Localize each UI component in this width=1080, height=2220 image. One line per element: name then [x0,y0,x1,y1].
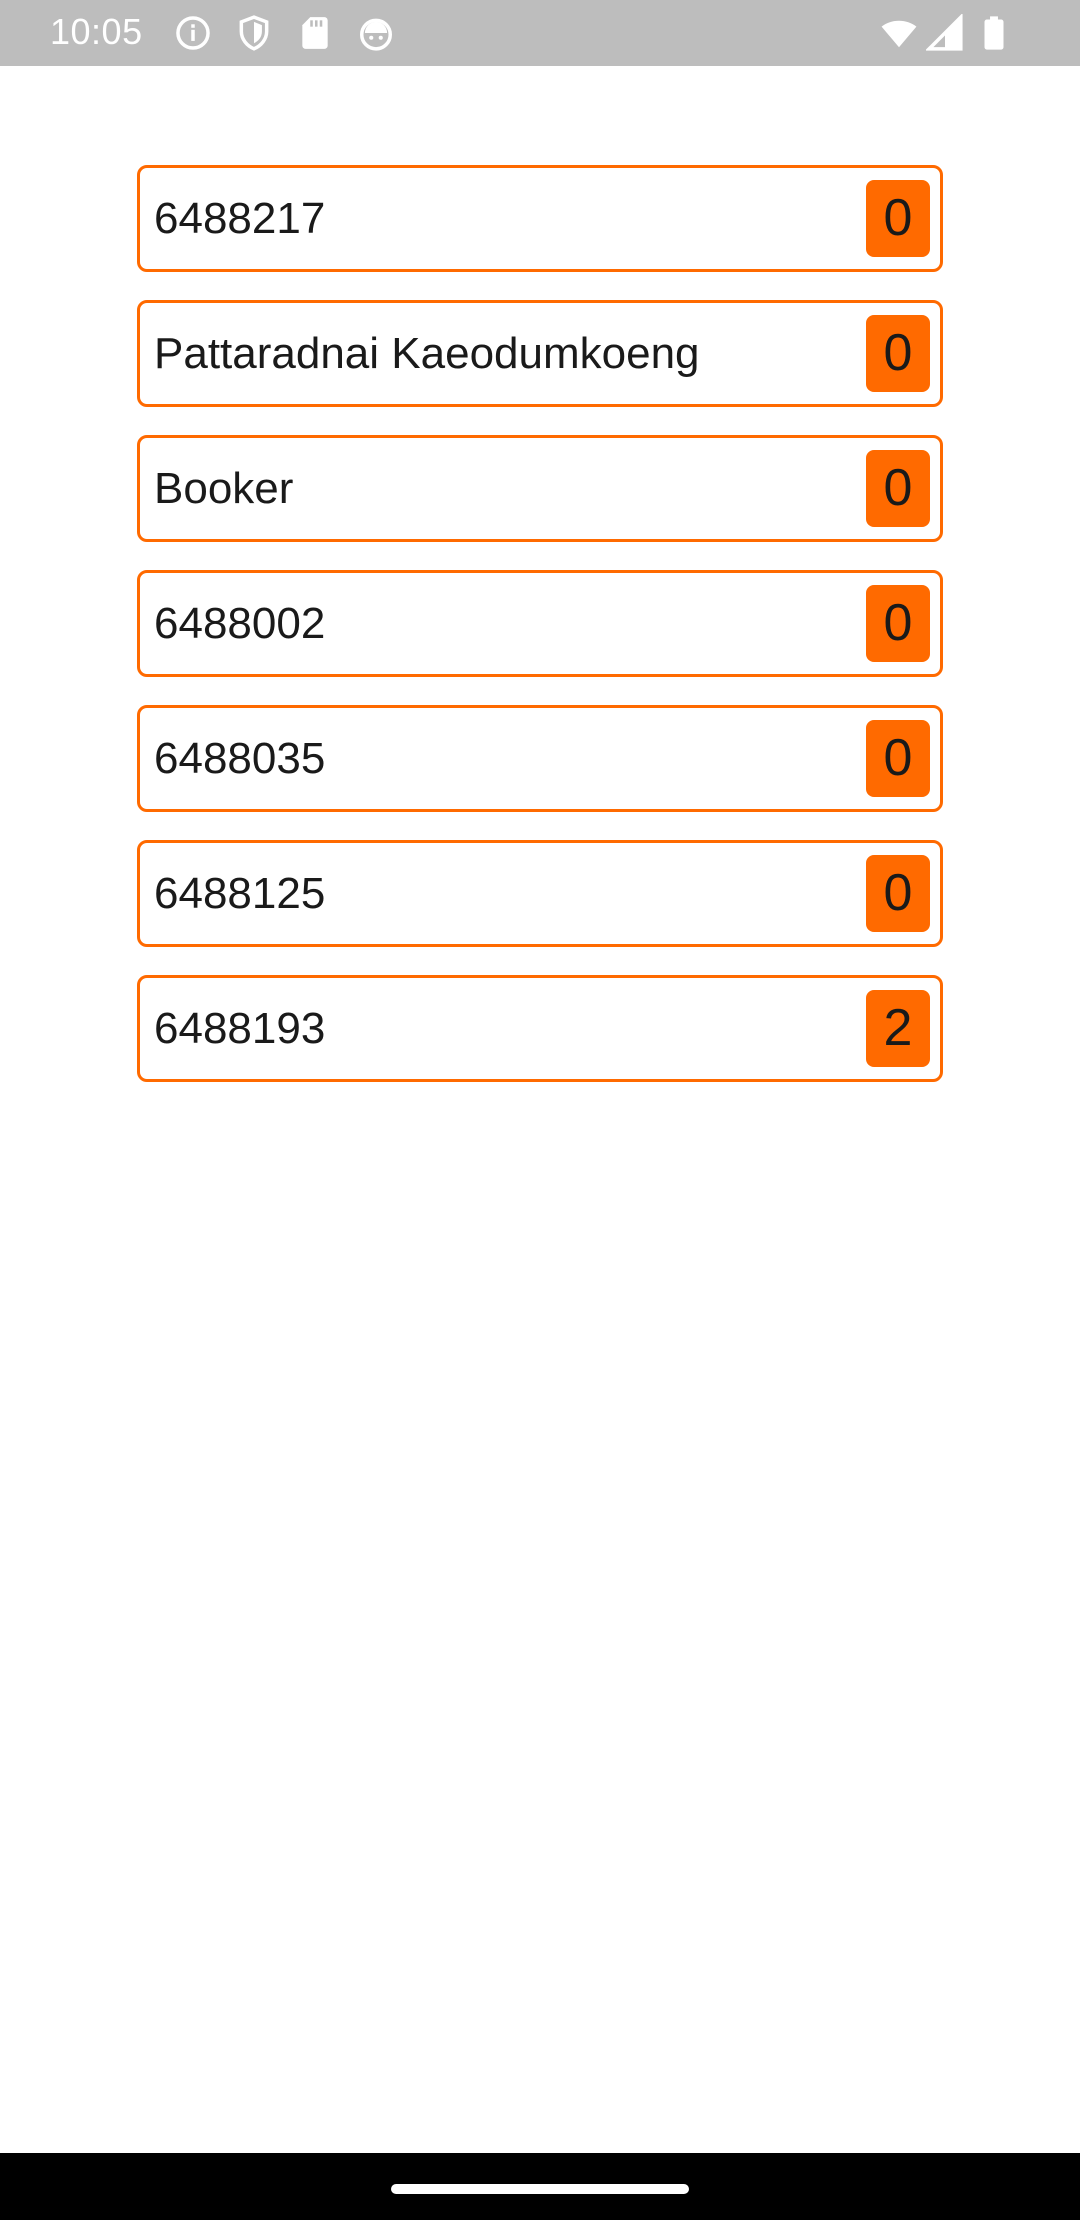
status-time: 10:05 [50,11,143,52]
item-label: 6488125 [154,869,326,918]
wifi-icon [880,14,918,52]
item-label: 6488035 [154,734,326,783]
shield-icon [235,14,273,52]
count-badge: 0 [866,855,930,932]
count-badge: 0 [866,180,930,257]
list-item[interactable]: 6488125 0 [137,840,943,947]
list-item[interactable]: Pattaradnai Kaeodumkoeng 0 [137,300,943,407]
status-bar: 10:05 [0,0,1080,66]
list-item[interactable]: 6488002 0 [137,570,943,677]
cell-signal-icon [926,14,964,52]
info-icon [174,14,212,52]
item-list: 6488217 0 Pattaradnai Kaeodumkoeng 0 Boo… [137,165,943,1110]
item-label: Pattaradnai Kaeodumkoeng [154,329,700,378]
android-debug-icon [357,14,395,52]
list-item[interactable]: 6488217 0 [137,165,943,272]
navigation-bar [0,2153,1080,2220]
item-label: Booker [154,464,294,513]
item-label: 6488193 [154,1004,326,1053]
count-badge: 0 [866,450,930,527]
count-badge: 0 [866,315,930,392]
battery-icon [975,14,1013,52]
count-badge: 0 [866,585,930,662]
sd-card-icon [296,14,334,52]
list-item[interactable]: Booker 0 [137,435,943,542]
list-item[interactable]: 6488193 2 [137,975,943,1082]
home-gesture-handle[interactable] [391,2184,689,2194]
list-item[interactable]: 6488035 0 [137,705,943,812]
count-badge: 0 [866,720,930,797]
count-badge: 2 [866,990,930,1067]
item-label: 6488217 [154,194,326,243]
item-label: 6488002 [154,599,326,648]
